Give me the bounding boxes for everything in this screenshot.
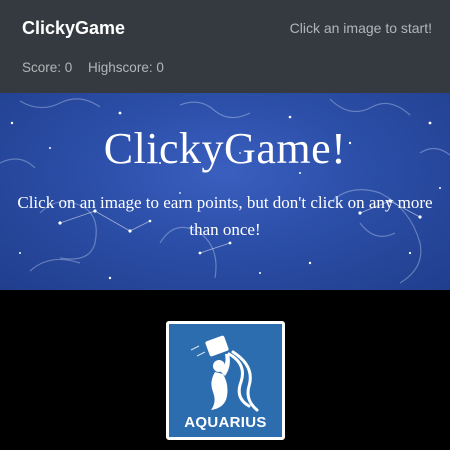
hero-title: ClickyGame! <box>103 124 347 173</box>
hero-instructions: Click on an image to earn points, but do… <box>17 193 433 239</box>
navbar: ClickyGame Click an image to start! Scor… <box>0 0 450 93</box>
zodiac-card[interactable]: AQUARIUS <box>166 321 285 440</box>
game-status-message: Click an image to start! <box>289 20 432 36</box>
hero-banner: ClickyGame! Click on an image to earn po… <box>0 93 450 290</box>
highscore-text: Highscore: 0 <box>88 60 164 75</box>
score-bar: Score: 0 Highscore: 0 <box>22 60 176 75</box>
card-label: AQUARIUS <box>184 414 267 431</box>
score-text: Score: 0 <box>22 60 73 75</box>
brand-title[interactable]: ClickyGame <box>22 18 125 39</box>
